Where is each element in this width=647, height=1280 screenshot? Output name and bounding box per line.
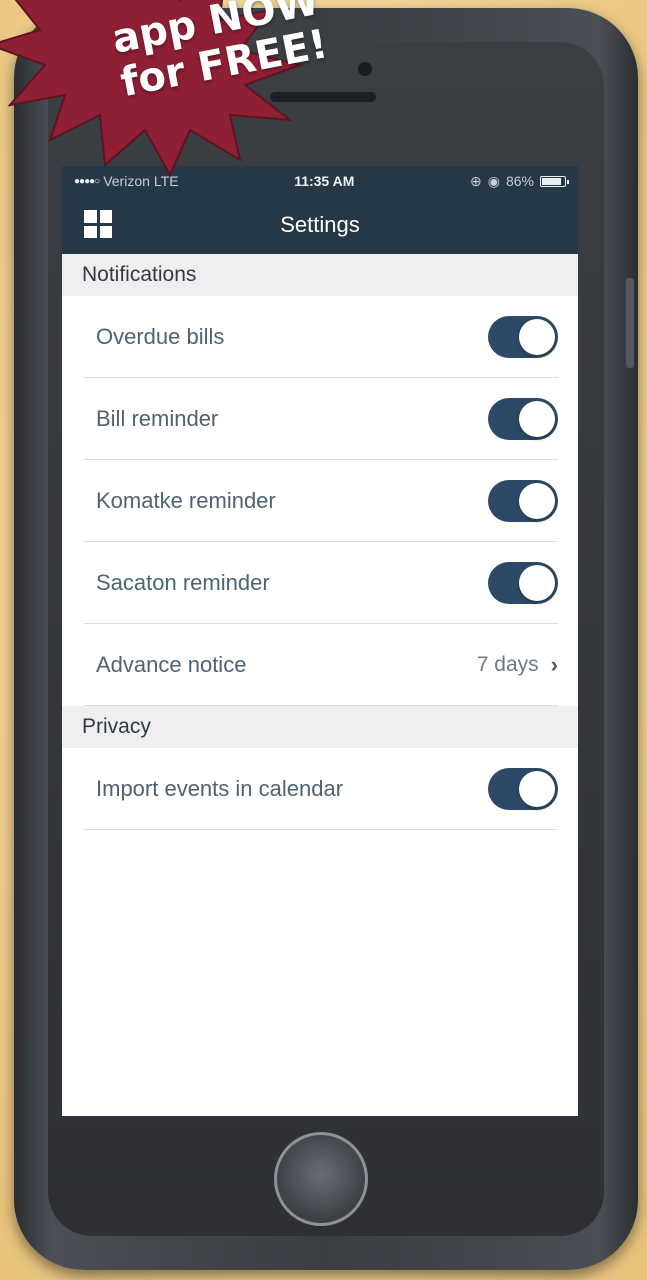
toggle-knob — [519, 319, 555, 355]
advance-notice-days: 7 days — [476, 653, 539, 676]
toggle-knob — [519, 565, 555, 601]
setting-label: Overdue bills — [96, 324, 225, 349]
setting-label: Import events in calendar — [96, 776, 344, 801]
section-header-notifications: Notifications — [62, 254, 578, 296]
home-button[interactable] — [274, 1132, 368, 1226]
volume-button — [626, 278, 634, 368]
app-screen: ●●●●○ Verizon LTE 11:35 AM ⊕ ◉ 86% Setti… — [62, 166, 578, 1116]
setting-row-bill-reminder: Bill reminder — [62, 378, 578, 460]
page-title: Settings — [280, 212, 360, 237]
toggle-import-events[interactable] — [488, 768, 558, 810]
toggle-komatke-reminder[interactable] — [488, 480, 558, 522]
setting-label: Advance notice — [96, 652, 247, 677]
grid-icon[interactable] — [84, 210, 112, 238]
toggle-knob — [519, 401, 555, 437]
toggle-knob — [519, 771, 555, 807]
setting-label: Komatke reminder — [96, 488, 276, 513]
alarm-icon: ◉ — [487, 172, 500, 189]
status-indicators: ⊕ ◉ 86% — [470, 172, 569, 190]
battery-fill — [542, 177, 561, 185]
toggle-bill-reminder[interactable] — [488, 398, 558, 440]
battery-icon — [540, 175, 569, 187]
setting-row-advance-notice[interactable]: Advance notice 7 days › — [62, 624, 578, 706]
setting-row-komatke-reminder: Komatke reminder — [62, 460, 578, 542]
setting-label: Sacaton reminder — [96, 570, 270, 595]
setting-row-sacaton-reminder: Sacaton reminder — [62, 542, 578, 624]
setting-row-overdue-bills: Overdue bills — [62, 296, 578, 378]
rotation-lock-icon: ⊕ — [470, 172, 482, 189]
setting-row-import-events: Import events in calendar — [62, 748, 578, 830]
battery-percent: 86% — [505, 173, 534, 189]
chevron-right-icon: › — [550, 652, 558, 677]
section-header-privacy: Privacy — [62, 706, 578, 748]
toggle-sacaton-reminder[interactable] — [488, 562, 558, 604]
toggle-knob — [519, 483, 555, 519]
navigation-bar: Settings — [62, 196, 578, 254]
advance-notice-value: 7 days › — [477, 652, 558, 678]
setting-label: Bill reminder — [96, 406, 219, 431]
toggle-overdue-bills[interactable] — [488, 316, 558, 358]
